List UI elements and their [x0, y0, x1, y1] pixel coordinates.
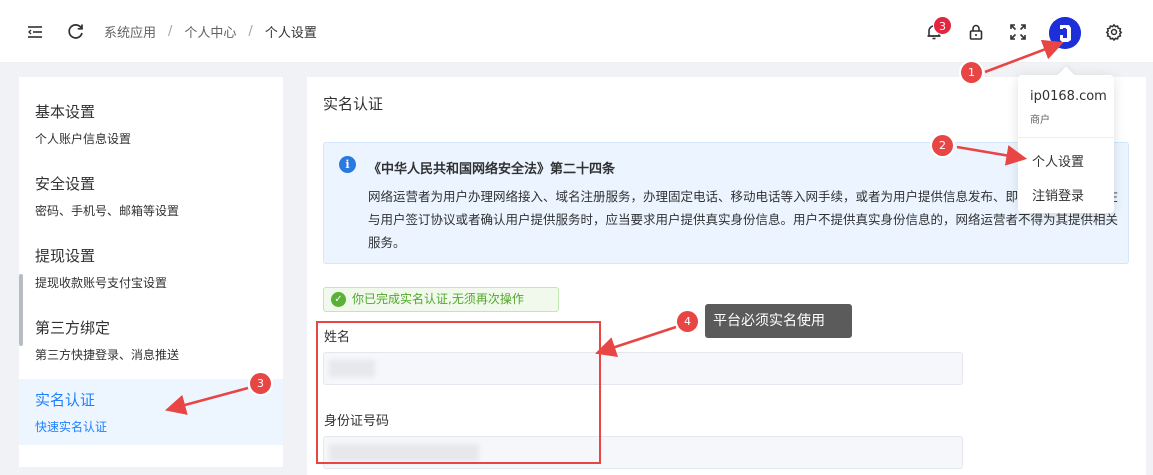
info-icon: i — [339, 156, 356, 173]
fullscreen-icon[interactable] — [1009, 23, 1027, 41]
name-field[interactable] — [323, 352, 963, 385]
verified-status-tag: ✓ 你已完成实名认证,无须再次操作 — [323, 287, 559, 312]
refresh-icon[interactable] — [67, 22, 85, 40]
sidebar-item-desc: 密码、手机号、邮箱等设置 — [35, 204, 180, 218]
breadcrumb-item-personal-center[interactable]: 个人中心 — [184, 22, 236, 41]
sidebar-item-third-party-binding[interactable]: 第三方绑定 第三方快捷登录、消息推送 — [19, 307, 283, 373]
redacted-id-number — [329, 444, 479, 461]
notice-body: 网络运营者为用户办理网络接入、域名注册服务，办理固定电话、移动电话等入网手续，或… — [368, 189, 1119, 250]
notice-title: 《中华人民共和国网络安全法》第二十四条 — [368, 162, 616, 177]
annotation-marker-2: 2 — [932, 135, 953, 156]
sidebar-item-title: 实名认证 — [35, 391, 96, 409]
menu-fold-icon[interactable] — [26, 23, 44, 41]
notice-alert: i 《中华人民共和国网络安全法》第二十四条 网络运营者为用户办理网络接入、域名注… — [323, 142, 1129, 264]
breadcrumb: 系统应用 / 个人中心 / 个人设置 — [104, 22, 317, 41]
id-number-label: 身份证号码 — [324, 414, 390, 429]
redacted-name — [329, 360, 375, 377]
annotation-marker-3: 3 — [250, 373, 271, 394]
sidebar-item-desc: 快速实名认证 — [35, 420, 108, 434]
sidebar-item-title: 安全设置 — [35, 175, 96, 193]
breadcrumb-item-system-apps[interactable]: 系统应用 — [104, 22, 156, 41]
breadcrumb-separator: / — [168, 24, 173, 39]
page-title: 实名认证 — [323, 95, 384, 113]
sidebar-item-real-name-auth[interactable]: 实名认证 快速实名认证 — [19, 379, 283, 445]
annotation-marker-1: 1 — [961, 62, 982, 83]
dropdown-username: ip0168.com — [1030, 89, 1107, 104]
sidebar-item-desc: 个人账户信息设置 — [35, 132, 132, 146]
sidebar-scrollbar[interactable] — [19, 274, 23, 346]
notification-badge: 3 — [933, 16, 952, 35]
dropdown-caret — [1057, 66, 1075, 84]
top-header: 系统应用 / 个人中心 / 个人设置 3 — [0, 0, 1153, 63]
name-label: 姓名 — [324, 330, 351, 345]
sidebar-item-desc: 提现收款账号支付宝设置 — [35, 276, 168, 290]
gear-icon[interactable] — [1105, 23, 1123, 41]
sidebar-item-desc: 第三方快捷登录、消息推送 — [35, 348, 180, 362]
settings-sidebar: 基本设置 个人账户信息设置 安全设置 密码、手机号、邮箱等设置 提现设置 提现收… — [19, 77, 283, 467]
user-dropdown-menu: ip0168.com 商户 个人设置 注销登录 — [1018, 66, 1114, 213]
breadcrumb-item-personal-settings: 个人设置 — [264, 26, 317, 41]
avatar[interactable] — [1049, 17, 1081, 49]
sidebar-item-security-settings[interactable]: 安全设置 密码、手机号、邮箱等设置 — [19, 163, 283, 229]
verified-status-text: 你已完成实名认证,无须再次操作 — [352, 292, 524, 306]
dropdown-user-role: 商户 — [1030, 115, 1050, 126]
sidebar-item-title: 基本设置 — [35, 103, 96, 121]
dropdown-divider — [1018, 137, 1114, 138]
annotation-note: 平台必须实名使用 — [705, 304, 852, 338]
breadcrumb-separator: / — [248, 24, 253, 39]
lock-icon[interactable] — [967, 23, 985, 41]
sidebar-item-basic-settings[interactable]: 基本设置 个人账户信息设置 — [19, 91, 283, 157]
menu-item-personal-settings[interactable]: 个人设置 — [1032, 151, 1084, 170]
annotation-marker-4: 4 — [677, 311, 698, 332]
sidebar-item-title: 提现设置 — [35, 247, 96, 265]
check-circle-icon: ✓ — [331, 292, 346, 307]
sidebar-item-title: 第三方绑定 — [35, 319, 111, 337]
sidebar-item-withdraw-settings[interactable]: 提现设置 提现收款账号支付宝设置 — [19, 235, 283, 301]
menu-item-logout[interactable]: 注销登录 — [1032, 185, 1084, 204]
